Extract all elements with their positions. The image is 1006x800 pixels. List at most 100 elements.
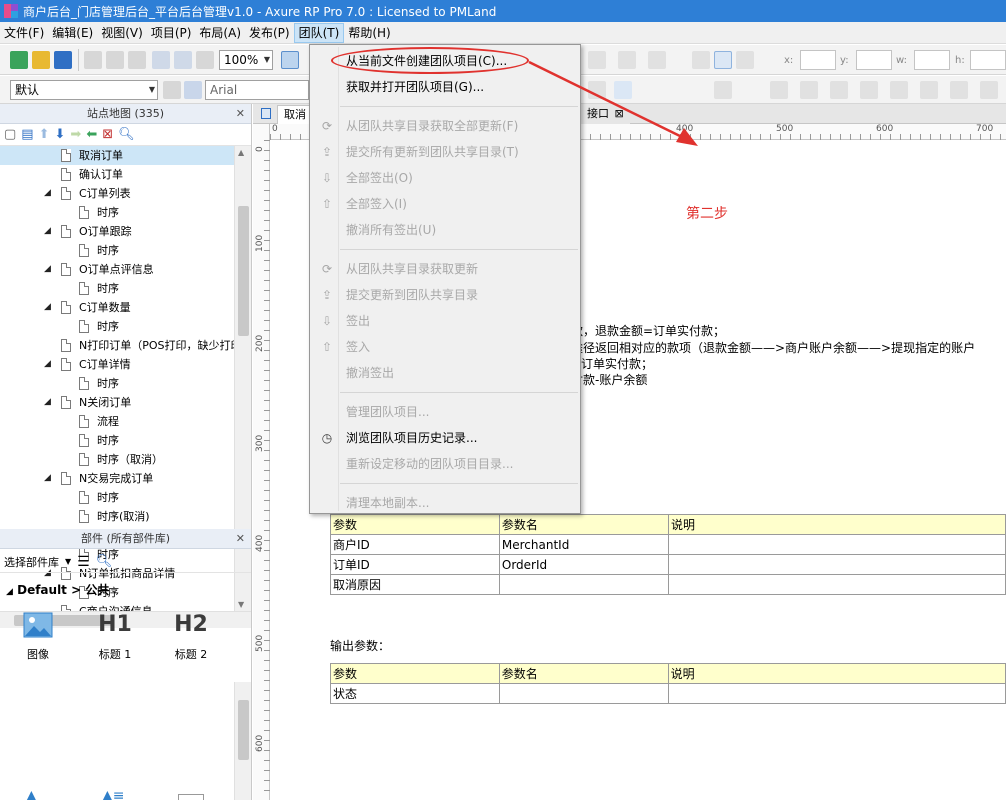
- menu-item-1[interactable]: 编辑(E): [48, 23, 97, 43]
- table-cell[interactable]: [667, 683, 1006, 704]
- team-menu-item[interactable]: ⇩ 签出: [312, 309, 578, 333]
- font-color-icon[interactable]: [714, 81, 732, 99]
- save-icon[interactable]: [54, 51, 72, 69]
- team-menu-item[interactable]: ⟳ 从团队共享目录获取更新: [312, 257, 578, 281]
- sitemap-item[interactable]: 时序: [0, 488, 234, 507]
- expand-triangle-icon[interactable]: ◢: [44, 393, 51, 412]
- cut-icon[interactable]: [84, 51, 102, 69]
- team-menu-item[interactable]: ⇪ 提交更新到团队共享目录: [312, 283, 578, 307]
- output-params-table[interactable]: 参数 参数名 说明 状态: [330, 663, 1006, 704]
- team-menu-item[interactable]: 清理本地副本...: [312, 491, 578, 515]
- sitemap-item[interactable]: 时序: [0, 241, 234, 260]
- menu-item-7[interactable]: 帮助(H): [344, 23, 394, 43]
- sitemap-item[interactable]: 时序: [0, 317, 234, 336]
- arrange-icon[interactable]: [770, 81, 788, 99]
- table-cell[interactable]: MerchantId: [498, 534, 669, 555]
- expand-triangle-icon[interactable]: ◢: [44, 298, 51, 317]
- widget-heading-1[interactable]: H1 标题 1: [80, 608, 150, 662]
- input-params-table[interactable]: 参数 参数名 说明 商户ID MerchantId 订单ID OrderId 取消原因: [330, 514, 1006, 595]
- team-menu-item[interactable]: 撤消所有签出(U): [312, 218, 578, 242]
- panel-close-icon[interactable]: ✕: [236, 529, 245, 549]
- library-select[interactable]: 选择部件库: [4, 554, 59, 570]
- sitemap-item[interactable]: 取消订单: [0, 146, 234, 165]
- table-cell[interactable]: [667, 534, 1006, 555]
- menu-lines-icon[interactable]: ☰: [77, 554, 90, 570]
- group-icon[interactable]: [920, 81, 938, 99]
- align-top-icon[interactable]: [830, 81, 848, 99]
- collapse-triangle-icon[interactable]: ◢: [6, 587, 13, 597]
- table-cell[interactable]: OrderId: [498, 554, 669, 575]
- panel-close-icon[interactable]: ✕: [236, 104, 245, 124]
- select-pointer-icon[interactable]: [281, 51, 299, 69]
- expand-triangle-icon[interactable]: ◢: [44, 469, 51, 488]
- style-select[interactable]: 默认 ▼: [10, 80, 158, 100]
- table-cell[interactable]: [667, 554, 1006, 575]
- scroll-down-icon[interactable]: ▼: [238, 600, 244, 609]
- table-cell[interactable]: [667, 574, 1006, 595]
- lock-icon[interactable]: [980, 81, 998, 99]
- team-menu-item[interactable]: ⇧ 全部签入(I): [312, 192, 578, 216]
- connector-icon[interactable]: [588, 51, 606, 69]
- ungroup-icon[interactable]: [950, 81, 968, 99]
- bullet-list-icon[interactable]: [614, 81, 632, 99]
- paint-brush-icon[interactable]: [184, 81, 202, 99]
- expand-triangle-icon[interactable]: ◢: [44, 260, 51, 279]
- team-menu-item[interactable]: ◷ 浏览团队项目历史记录...: [312, 426, 578, 450]
- sitemap-item[interactable]: ◢ O订单点评信息: [0, 260, 234, 279]
- menu-item-2[interactable]: 视图(V): [97, 23, 147, 43]
- menu-item-3[interactable]: 项目(P): [147, 23, 196, 43]
- chevron-down-icon[interactable]: ▼: [65, 557, 71, 566]
- menu-item-0[interactable]: 文件(F): [0, 23, 48, 43]
- text-align-icon[interactable]: [588, 81, 606, 99]
- table-cell[interactable]: 取消原因: [330, 574, 500, 595]
- sitemap-item[interactable]: 时序: [0, 374, 234, 393]
- width-input[interactable]: [914, 50, 950, 70]
- team-menu-item[interactable]: 获取并打开团队项目(G)...: [312, 75, 578, 99]
- team-menu-item[interactable]: 管理团队项目...: [312, 400, 578, 424]
- scroll-thumb[interactable]: [238, 206, 249, 336]
- team-menu-item[interactable]: ⟳ 从团队共享目录获取全部更新(F): [312, 114, 578, 138]
- format-painter-icon[interactable]: [196, 51, 214, 69]
- sitemap-item[interactable]: 流程: [0, 412, 234, 431]
- widget-image[interactable]: 图像: [3, 608, 73, 662]
- widgets-vertical-scrollbar[interactable]: [234, 682, 251, 800]
- team-menu-item[interactable]: ⇪ 提交所有更新到团队共享目录(T): [312, 140, 578, 164]
- sitemap-item[interactable]: ◢ C订单列表: [0, 184, 234, 203]
- menu-item-6[interactable]: 团队(T): [293, 22, 345, 43]
- team-menu-item[interactable]: 撤消签出: [312, 361, 578, 385]
- copy-icon[interactable]: [106, 51, 124, 69]
- line-color-icon[interactable]: [648, 51, 666, 69]
- table-cell[interactable]: [498, 574, 669, 595]
- open-folder-icon[interactable]: [32, 51, 50, 69]
- label-widget-icon[interactable]: ▲: [26, 788, 37, 800]
- zoom-select[interactable]: 100% ▼: [219, 50, 273, 70]
- add-page-icon[interactable]: ▢: [4, 127, 16, 143]
- add-folder-icon[interactable]: ▤: [21, 127, 33, 143]
- menu-item-4[interactable]: 布局(A): [195, 23, 245, 43]
- align-bottom-icon[interactable]: [890, 81, 908, 99]
- indent-icon[interactable]: ➡: [70, 127, 81, 143]
- paste-icon[interactable]: [128, 51, 146, 69]
- search-icon[interactable]: 🔍︎: [118, 127, 135, 143]
- scroll-up-icon[interactable]: ▲: [238, 148, 244, 157]
- table-cell[interactable]: [498, 683, 669, 704]
- team-menu-item[interactable]: ⇧ 签入: [312, 335, 578, 359]
- align-center-icon[interactable]: [714, 51, 732, 69]
- move-down-icon[interactable]: ⬇: [55, 127, 66, 143]
- menu-item-5[interactable]: 发布(P): [245, 23, 294, 43]
- sitemap-item[interactable]: 时序: [0, 203, 234, 222]
- sitemap-item[interactable]: 时序: [0, 279, 234, 298]
- team-menu-item[interactable]: 重新设定移动的团队项目目录...: [312, 452, 578, 476]
- y-coordinate-input[interactable]: [856, 50, 892, 70]
- sitemap-item[interactable]: ◢ O订单跟踪: [0, 222, 234, 241]
- sitemap-item[interactable]: 确认订单: [0, 165, 234, 184]
- sitemap-item[interactable]: ◢ C订单详情: [0, 355, 234, 374]
- table-cell[interactable]: 状态: [330, 683, 500, 704]
- redo-icon[interactable]: [174, 51, 192, 69]
- tab-interface[interactable]: 接口 ⊠: [581, 105, 630, 124]
- table-cell[interactable]: 订单ID: [330, 554, 500, 575]
- delete-page-icon[interactable]: ⊠: [102, 127, 113, 143]
- table-cell[interactable]: 商户ID: [330, 534, 500, 555]
- fill-color-icon[interactable]: [618, 51, 636, 69]
- align-right-icon[interactable]: [736, 51, 754, 69]
